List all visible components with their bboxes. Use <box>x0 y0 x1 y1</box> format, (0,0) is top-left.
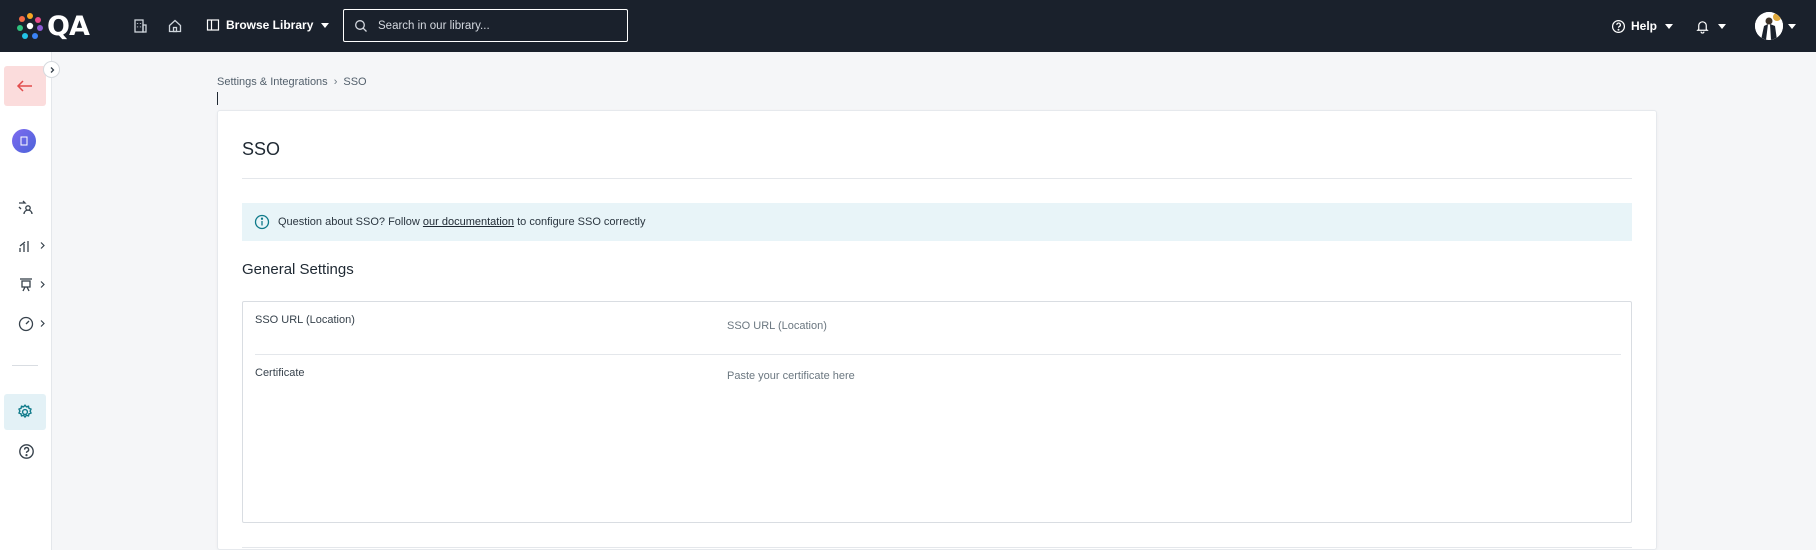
info-banner: Question about SSO? Follow our documenta… <box>242 203 1632 241</box>
sidebar-item-performance[interactable] <box>8 309 45 339</box>
divider <box>242 178 1632 179</box>
presentation-icon <box>20 278 32 292</box>
info-text: Question about SSO? Follow our documenta… <box>278 216 646 228</box>
page-title: SSO <box>242 139 281 159</box>
search-box[interactable] <box>343 9 628 42</box>
back-button[interactable] <box>4 66 46 106</box>
breadcrumb-current: SSO <box>343 76 367 88</box>
info-text-prefix: Question about SSO? Follow <box>278 216 423 228</box>
help-label: Help <box>1631 19 1658 33</box>
help-circle-icon <box>1611 19 1626 33</box>
browse-library-label: Browse Library <box>226 18 314 32</box>
profile-menu[interactable] <box>1755 10 1796 42</box>
organization-button[interactable] <box>130 16 150 36</box>
sso-url-label: SSO URL (Location) <box>255 314 355 326</box>
chevron-down-icon <box>321 22 330 28</box>
notifications-menu[interactable] <box>1695 15 1726 37</box>
bar-chart-icon <box>19 241 29 252</box>
home-icon <box>168 19 182 33</box>
building-icon <box>134 19 147 33</box>
qa-logo-icon <box>17 13 43 39</box>
search-icon <box>355 19 367 32</box>
avatar <box>1755 12 1783 40</box>
sidebar-item-users[interactable] <box>8 192 44 222</box>
arrow-left-icon <box>16 80 32 92</box>
browse-library-menu[interactable]: Browse Library <box>206 14 330 36</box>
divider <box>242 547 1632 548</box>
general-settings-form: SSO URL (Location) Certificate <box>242 301 1632 523</box>
section-title: General Settings <box>242 261 354 278</box>
chevron-down-icon <box>1718 23 1726 29</box>
chevron-right-icon <box>40 242 45 249</box>
text-cursor <box>217 92 218 105</box>
sidebar-divider <box>12 365 38 366</box>
users-swap-icon <box>18 200 33 215</box>
sidebar-item-learning[interactable] <box>8 270 45 300</box>
certificate-textarea[interactable] <box>727 370 1607 510</box>
help-circle-icon <box>18 443 34 459</box>
chevron-right-icon: › <box>333 76 338 88</box>
chevron-right-icon <box>40 281 45 288</box>
chevron-down-icon <box>1665 23 1674 29</box>
gauge-icon <box>18 316 34 332</box>
breadcrumb: Settings & Integrations › SSO <box>217 76 367 88</box>
building-icon <box>20 136 28 146</box>
chevron-right-icon <box>50 66 54 73</box>
sidebar-item-settings[interactable] <box>4 394 46 430</box>
brand-logo[interactable]: QA <box>16 10 102 42</box>
bell-icon <box>1696 20 1709 34</box>
gear-icon <box>18 404 32 419</box>
divider <box>255 354 1621 355</box>
search-input[interactable] <box>378 19 608 32</box>
sso-settings-card: SSO Question about SSO? Follow our docum… <box>217 110 1657 550</box>
chevron-down-icon <box>1788 23 1796 29</box>
top-navigation-bar: QA Browse Library Help <box>0 0 1816 52</box>
brand-name: QA <box>47 10 90 42</box>
info-text-suffix: to configure SSO correctly <box>514 216 646 228</box>
sidebar-item-analytics[interactable] <box>8 231 45 261</box>
chevron-right-icon <box>40 320 45 327</box>
sso-url-input[interactable] <box>727 318 1607 334</box>
sidebar-item-help[interactable] <box>8 436 44 466</box>
help-menu[interactable]: Help <box>1611 15 1674 37</box>
breadcrumb-link-settings[interactable]: Settings & Integrations <box>217 76 328 88</box>
home-button[interactable] <box>165 16 185 36</box>
library-panel-icon <box>206 19 220 31</box>
sidebar <box>0 52 52 550</box>
info-icon <box>254 214 270 230</box>
sidebar-expand-button[interactable] <box>43 61 60 78</box>
organization-avatar[interactable] <box>12 129 36 153</box>
documentation-link[interactable]: our documentation <box>423 216 514 228</box>
certificate-label: Certificate <box>255 367 305 379</box>
